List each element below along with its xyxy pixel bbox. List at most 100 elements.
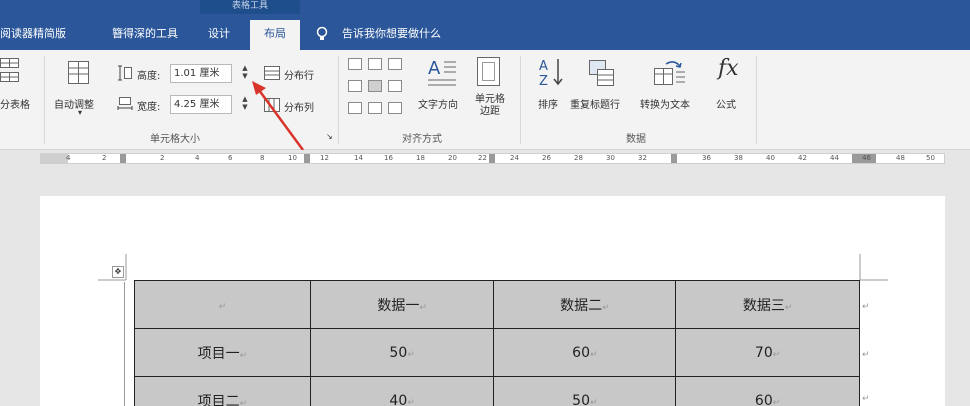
- contextual-tab-group-label: 表格工具: [200, 0, 300, 14]
- ruler-number: 36: [702, 154, 711, 162]
- row-height-icon: [118, 65, 132, 81]
- table-row: ↵ 数据一↵ 数据二↵ 数据三↵: [134, 280, 860, 329]
- margin-corner-mark: [859, 254, 888, 281]
- ruler-number: 48: [896, 154, 905, 162]
- repeat-header-rows-button[interactable]: 重复标题行: [570, 96, 620, 111]
- ruler-number: 20: [448, 154, 457, 162]
- ribbon-separator: [338, 56, 339, 144]
- ruler-number: 46: [862, 154, 871, 162]
- convert-to-text-icon: [654, 61, 685, 85]
- ruler-number: 16: [384, 154, 393, 162]
- data-table: ↵ 数据一↵ 数据二↵ 数据三↵ 项目一↵ 50↵ 60↵ 70↵ 项目二↵ 4…: [134, 280, 860, 406]
- cell-size-launcher-icon[interactable]: ↘: [326, 132, 333, 141]
- convert-to-text-button[interactable]: 转换为文本: [640, 96, 690, 111]
- table-cell[interactable]: 数据三↵: [675, 280, 860, 329]
- ruler-number: 30: [606, 154, 615, 162]
- ruler-number: 8: [260, 154, 265, 162]
- ruler-column-marker[interactable]: [120, 154, 126, 163]
- ruler-number: 42: [798, 154, 807, 162]
- row-end-mark: ↵: [862, 302, 870, 312]
- table-cell[interactable]: 60↵: [675, 376, 860, 406]
- formula-button[interactable]: 公式: [716, 96, 736, 111]
- ruler-number: 6: [228, 154, 233, 162]
- ruler-number: 22: [478, 154, 487, 162]
- group-label-cell-size: 单元格大小: [150, 134, 200, 145]
- text-direction-button[interactable]: 文字方向: [418, 96, 458, 111]
- table-cell[interactable]: 数据一↵: [309, 280, 495, 329]
- width-field[interactable]: 4.25 厘米: [170, 95, 232, 114]
- ruler-column-marker[interactable]: [489, 154, 495, 163]
- ruler-number: 50: [926, 154, 935, 162]
- svg-text:Z: Z: [539, 74, 548, 88]
- table-row: 项目二↵ 40↵ 50↵ 60↵: [134, 376, 860, 406]
- autofit-icon: [68, 61, 89, 84]
- lightbulb-icon: [316, 26, 328, 40]
- svg-text:A: A: [428, 58, 441, 79]
- ribbon-separator: [520, 56, 521, 144]
- align-middle-right-button[interactable]: [388, 80, 402, 92]
- ruler-number: 4: [66, 154, 71, 162]
- group-label-alignment: 对齐方式: [402, 134, 442, 145]
- tab-design[interactable]: 设计: [208, 22, 230, 46]
- text-direction-icon: A: [428, 58, 456, 86]
- table-cell[interactable]: 70↵: [675, 328, 860, 377]
- table-cell[interactable]: 项目二↵: [134, 376, 311, 406]
- ruler-number: 18: [416, 154, 425, 162]
- autofit-dropdown-icon[interactable]: ▾: [78, 108, 82, 117]
- row-end-mark: ↵: [862, 394, 870, 404]
- ruler-number: 10: [288, 154, 297, 162]
- ruler-number: 32: [638, 154, 647, 162]
- annotation-arrow: [252, 81, 305, 151]
- table-cell[interactable]: 50↵: [309, 328, 495, 377]
- ribbon-separator: [756, 56, 757, 144]
- split-table-icon: [0, 58, 19, 82]
- table-cell[interactable]: 项目一↵: [134, 328, 311, 377]
- tell-me-search[interactable]: 告诉我你想要做什么: [342, 22, 441, 46]
- ruler-number: 38: [734, 154, 743, 162]
- align-top-center-button[interactable]: [368, 58, 382, 70]
- ruler-column-marker[interactable]: [304, 154, 310, 163]
- ruler-number: 24: [510, 154, 519, 162]
- ruler-number: 40: [766, 154, 775, 162]
- align-top-right-button[interactable]: [388, 58, 402, 70]
- margin-corner-mark: [98, 254, 127, 281]
- cell-margins-icon: [477, 57, 500, 86]
- autofit-button[interactable]: 自动调整: [54, 96, 94, 111]
- column-width-icon: [117, 97, 133, 110]
- table-cell[interactable]: ↵: [134, 280, 311, 329]
- sort-icon: A Z: [539, 59, 563, 88]
- svg-text:A: A: [539, 59, 548, 74]
- align-bottom-right-button[interactable]: [388, 102, 402, 114]
- align-bottom-left-button[interactable]: [348, 102, 362, 114]
- page-left-margin-guide: [124, 282, 125, 406]
- row-end-mark: ↵: [862, 350, 870, 360]
- sort-button[interactable]: 排序: [538, 96, 558, 111]
- tab-tools[interactable]: 簪得深的工具: [112, 22, 178, 46]
- ruler-number: 2: [160, 154, 165, 162]
- table-row: 项目一↵ 50↵ 60↵ 70↵: [134, 328, 860, 377]
- align-top-left-button[interactable]: [348, 58, 362, 70]
- ruler-number: 2: [102, 154, 107, 162]
- ruler-column-marker[interactable]: [671, 154, 677, 163]
- ruler-number: 12: [320, 154, 329, 162]
- ruler-number: 26: [542, 154, 551, 162]
- cell-margins-button[interactable]: 单元格边距: [472, 94, 508, 118]
- group-label-data: 数据: [626, 134, 646, 145]
- ruler-number: 14: [354, 154, 363, 162]
- table-cell[interactable]: 50↵: [493, 376, 677, 406]
- table-cell[interactable]: 数据二↵: [493, 280, 677, 329]
- ruler-number: 44: [830, 154, 839, 162]
- align-center-button[interactable]: [368, 80, 382, 92]
- align-bottom-center-button[interactable]: [368, 102, 382, 114]
- table-cell[interactable]: 60↵: [493, 328, 677, 377]
- ruler-left-margin: [40, 154, 68, 163]
- ribbon-separator: [44, 56, 45, 144]
- ruler-number: 28: [574, 154, 583, 162]
- table-cell[interactable]: 40↵: [309, 376, 495, 406]
- height-field[interactable]: 1.01 厘米: [170, 64, 232, 83]
- tab-reader[interactable]: 阅读器精简版: [0, 22, 66, 46]
- ruler-number: 4: [195, 154, 200, 162]
- tab-layout[interactable]: 布局: [250, 20, 300, 50]
- split-table-button[interactable]: 分表格: [0, 96, 30, 111]
- align-middle-left-button[interactable]: [348, 80, 362, 92]
